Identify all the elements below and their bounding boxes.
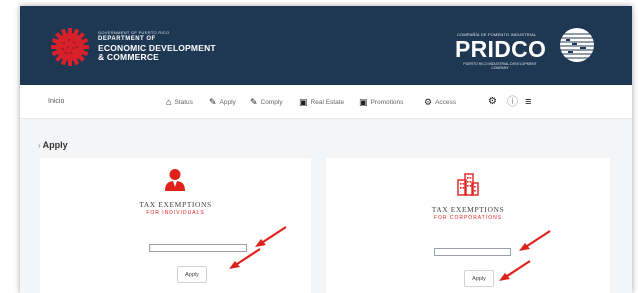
office-building-icon — [457, 173, 479, 196]
menu-icon[interactable]: ≡ — [525, 96, 531, 108]
nav-item-real-estate[interactable]: ▣ Real Estate — [299, 97, 344, 107]
ddec-gov-line: GOVERNMENT OF PUERTO RICO — [98, 30, 170, 35]
breadcrumb-current: Apply — [42, 140, 68, 150]
gear-icon: ⚙ — [424, 97, 433, 107]
card-subtitle: FOR CORPORATIONS — [433, 215, 503, 221]
ddec-gear-logo — [51, 28, 89, 66]
home-icon: ⌂ — [166, 97, 172, 107]
ddec-wordmark: GOVERNMENT OF PUERTO RICO DEPARTMENT OF … — [98, 30, 216, 62]
promotions-icon: ▣ — [359, 97, 368, 107]
nav-item-label: Access — [435, 98, 457, 106]
browser-window: GOVERNMENT OF PUERTO RICO DEPARTMENT OF … — [20, 6, 632, 293]
pridco-wordmark: PRIDCO — [455, 36, 547, 62]
ddec-name-line2: & COMMERCE — [98, 52, 160, 62]
user-icon — [165, 169, 185, 191]
building-icon: ▣ — [299, 97, 308, 107]
breadcrumb-caret-icon: › — [38, 141, 41, 150]
nav-item-promotions[interactable]: ▣ Promotions — [359, 97, 403, 107]
card-title: TAX EXEMPTIONS — [431, 205, 505, 214]
pridco-sub-line: PUERTO RICO INDUSTRIAL DEVELOPMENT COMPA… — [463, 62, 537, 70]
info-icon[interactable]: ⓘ — [507, 96, 518, 108]
nav-item-label: Real Estate — [310, 98, 345, 106]
apply-button[interactable]: Apply — [177, 266, 207, 283]
nav-item-label: Comply — [260, 98, 283, 106]
card-tax-exemptions-individuals: TAX EXEMPTIONS FOR INDIVIDUALS Apply — [40, 158, 311, 293]
red-annotation-arrow — [229, 248, 261, 269]
nav-item-access[interactable]: ⚙ Access — [424, 97, 456, 107]
nav-item-label: Promotions — [370, 98, 404, 106]
edit-icon: ✎ — [209, 97, 217, 107]
settings-icon[interactable]: ⚙ — [488, 96, 497, 108]
comply-icon: ✎ — [250, 97, 258, 107]
nav-item-label: Status — [174, 98, 193, 106]
red-annotation-arrow — [499, 260, 531, 281]
nav-item-status[interactable]: ⌂ Status — [166, 97, 193, 107]
card-input-field[interactable] — [434, 248, 511, 256]
nav-item-comply[interactable]: ✎ Comply — [250, 97, 283, 107]
card-subtitle: FOR INDIVIDUALS — [146, 210, 205, 216]
breadcrumb: › Apply — [38, 140, 68, 150]
site-header: GOVERNMENT OF PUERTO RICO DEPARTMENT OF … — [20, 6, 632, 85]
apply-button[interactable]: Apply — [464, 270, 494, 287]
nav-item-label: Apply — [219, 98, 236, 106]
card-title: TAX EXEMPTIONS — [139, 200, 212, 209]
main-nav: Inicio ⌂ Status ✎ Apply ✎ Comply ▣ Real … — [20, 85, 632, 119]
red-annotation-arrow — [519, 230, 551, 251]
pridco-globe-logo — [560, 28, 594, 62]
card-tax-exemptions-corporations: TAX EXEMPTIONS FOR CORPORATIONS Apply — [326, 158, 610, 293]
nav-item-apply[interactable]: ✎ Apply — [209, 97, 236, 107]
nav-home-link[interactable]: Inicio — [48, 98, 64, 105]
